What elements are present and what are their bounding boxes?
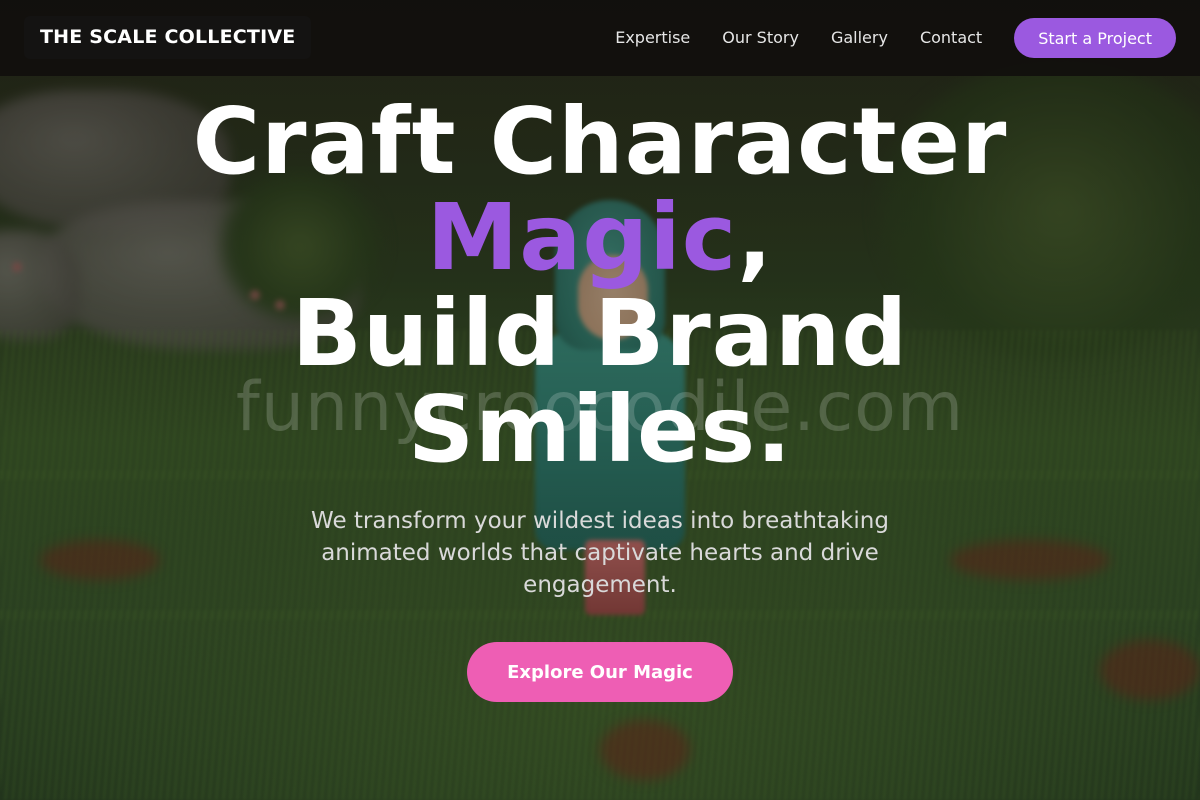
nav-link-expertise[interactable]: Expertise [615, 18, 690, 58]
nav-link-contact[interactable]: Contact [920, 18, 982, 58]
hero-title-line-4: Smiles. [407, 376, 793, 483]
nav-link-our-story[interactable]: Our Story [722, 18, 799, 58]
landing-page: THE SCALE COLLECTIVE Expertise Our Story… [0, 0, 1200, 800]
hero-title-accent: Magic [426, 184, 738, 291]
brand-logo[interactable]: THE SCALE COLLECTIVE [24, 16, 312, 59]
site-header: THE SCALE COLLECTIVE Expertise Our Story… [0, 0, 1200, 76]
hero-title-line-1: Craft Character [192, 88, 1008, 195]
main-nav: Expertise Our Story Gallery Contact Star… [615, 18, 1176, 58]
start-project-button[interactable]: Start a Project [1014, 18, 1176, 58]
explore-magic-button[interactable]: Explore Our Magic [467, 642, 733, 702]
hero-subtitle: We transform your wildest ideas into bre… [311, 508, 889, 598]
hero-title: Craft Character Magic, Build Brand Smile… [0, 94, 1200, 478]
nav-link-gallery[interactable]: Gallery [831, 18, 888, 58]
hero-title-line-3: Build Brand [291, 280, 909, 387]
hero-title-comma: , [737, 184, 774, 291]
